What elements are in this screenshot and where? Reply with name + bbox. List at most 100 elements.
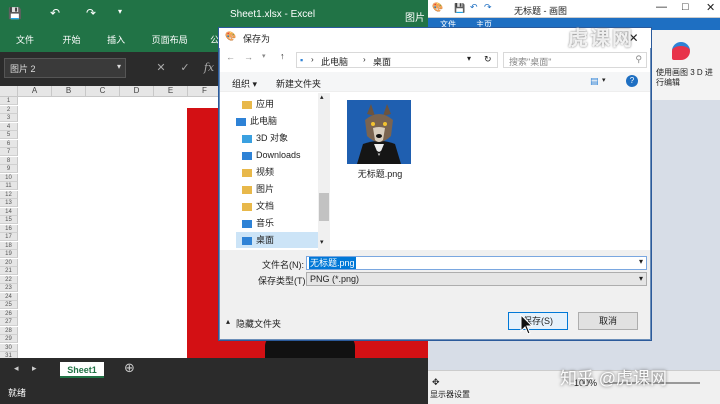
row-header[interactable]: 26 <box>0 309 18 318</box>
paint-undo-icon[interactable]: ↶ <box>470 2 478 13</box>
redo-icon[interactable]: ↷ <box>86 6 96 20</box>
breadcrumb-desktop[interactable]: 桌面 <box>373 55 391 68</box>
column-header[interactable]: A <box>18 86 52 97</box>
row-header[interactable]: 25 <box>0 301 18 309</box>
help-icon[interactable]: ? <box>626 75 638 87</box>
computer-icon <box>236 117 246 126</box>
row-header[interactable]: 23 <box>0 284 18 292</box>
row-header[interactable]: 24 <box>0 292 18 301</box>
nav-item[interactable]: 桌面 <box>236 232 318 248</box>
search-input[interactable]: 搜索"桌面" ⚲ <box>503 52 647 68</box>
row-header[interactable]: 2 <box>0 105 18 114</box>
row-header[interactable]: 5 <box>0 131 18 139</box>
add-sheet-icon[interactable]: ⊕ <box>124 360 135 376</box>
customize-toolbar-icon[interactable]: ▾ <box>118 7 122 16</box>
up-icon[interactable]: ↑ <box>280 51 285 61</box>
row-header[interactable]: 3 <box>0 114 18 122</box>
tab-home[interactable]: 开始 <box>55 28 89 52</box>
maximize-icon[interactable]: □ <box>682 1 689 13</box>
row-header[interactable]: 30 <box>0 343 18 352</box>
name-box[interactable]: 图片 2 ▾ <box>4 58 126 78</box>
row-header[interactable]: 16 <box>0 224 18 233</box>
row-header[interactable]: 19 <box>0 250 18 258</box>
row-header[interactable]: 11 <box>0 182 18 190</box>
dialog-title: 保存为 <box>243 34 271 44</box>
row-header[interactable]: 22 <box>0 275 18 284</box>
row-header[interactable]: 17 <box>0 233 18 241</box>
column-header[interactable]: E <box>154 86 188 97</box>
cancel-formula-icon[interactable]: ✕ <box>150 58 172 78</box>
file-name-label[interactable]: 无标题.png <box>345 167 415 180</box>
minimize-icon[interactable]: — <box>656 1 667 13</box>
save-button[interactable]: 保存(S) <box>508 312 568 330</box>
nav-scrollbar[interactable]: ▴ ▾ <box>318 93 330 250</box>
filetype-select[interactable]: PNG (*.png) ▾ <box>306 272 647 286</box>
column-header[interactable]: C <box>86 86 120 97</box>
refresh-icon[interactable]: ↻ <box>484 54 492 65</box>
breadcrumb-this-pc[interactable]: 此电脑 <box>321 55 348 68</box>
file-thumbnail[interactable] <box>347 100 411 164</box>
sheet-tab-sheet1[interactable]: Sheet1 <box>60 362 104 378</box>
row-header[interactable]: 21 <box>0 267 18 275</box>
row-header[interactable]: 6 <box>0 139 18 148</box>
row-header[interactable]: 9 <box>0 165 18 173</box>
row-header[interactable]: 8 <box>0 156 18 165</box>
row-header[interactable]: 28 <box>0 326 18 335</box>
row-header[interactable]: 12 <box>0 190 18 199</box>
scroll-down-icon[interactable]: ▾ <box>320 238 324 246</box>
column-header[interactable]: F <box>188 86 222 97</box>
address-bar[interactable]: ▪ › 此电脑 › 桌面 ▾ ↻ <box>296 52 498 68</box>
paint-window-title: 无标题 - 画图 <box>514 6 567 16</box>
chevron-down-icon[interactable]: ▾ <box>467 54 471 63</box>
prev-sheet-icon[interactable]: ◂ <box>14 363 19 374</box>
row-header[interactable]: 4 <box>0 122 18 131</box>
cancel-button[interactable]: 取消 <box>578 312 638 330</box>
name-box-value: 图片 2 <box>10 64 36 74</box>
tab-insert[interactable]: 插入 <box>99 28 133 52</box>
filename-field[interactable]: 无标题.png ▾ <box>306 256 647 270</box>
row-header[interactable]: 18 <box>0 241 18 250</box>
row-header[interactable]: 20 <box>0 258 18 267</box>
undo-icon[interactable]: ↶ <box>50 6 60 20</box>
paint3d-label[interactable]: 使用画图 3 D 进行编辑 <box>656 68 718 88</box>
row-header[interactable]: 29 <box>0 335 18 343</box>
forward-icon[interactable]: → <box>244 52 253 62</box>
paint-redo-icon[interactable]: ↷ <box>484 2 492 13</box>
column-header[interactable]: D <box>120 86 154 97</box>
scroll-up-icon[interactable]: ▴ <box>320 93 324 101</box>
chevron-down-icon[interactable]: ▾ <box>602 76 606 84</box>
save-icon[interactable]: 💾 <box>8 7 22 20</box>
row-header[interactable]: 13 <box>0 199 18 207</box>
row-header[interactable]: 7 <box>0 148 18 156</box>
insert-function-icon[interactable]: fx <box>198 58 220 78</box>
recent-chevron-icon[interactable]: ▾ <box>262 52 266 60</box>
chevron-down-icon[interactable]: ▾ <box>639 257 643 266</box>
tab-file[interactable]: 文件 <box>8 28 42 52</box>
enter-formula-icon[interactable]: ✓ <box>174 58 196 78</box>
location-icon: ▪ <box>300 55 304 65</box>
row-header[interactable]: 14 <box>0 207 18 216</box>
chevron-up-icon[interactable]: ▴ <box>226 317 230 326</box>
next-sheet-icon[interactable]: ▸ <box>32 363 37 374</box>
paint3d-icon[interactable] <box>672 42 690 60</box>
close-icon[interactable]: ✕ <box>706 1 715 14</box>
organize-button[interactable]: 组织 ▾ <box>232 77 257 90</box>
scrollbar-thumb[interactable] <box>319 193 329 221</box>
row-header[interactable]: 27 <box>0 318 18 326</box>
paint-save-icon[interactable]: 💾 <box>454 3 465 14</box>
new-folder-button[interactable]: 新建文件夹 <box>276 77 321 90</box>
tab-page-layout[interactable]: 页面布局 <box>144 28 196 52</box>
desktop-icon <box>242 236 252 245</box>
row-header[interactable]: 15 <box>0 216 18 224</box>
select-all-corner[interactable] <box>0 86 18 97</box>
search-placeholder: 搜索"桌面" <box>509 57 552 67</box>
back-icon[interactable]: ← <box>226 52 235 62</box>
row-header[interactable]: 1 <box>0 97 18 105</box>
watermark-text: 知乎 @虎课网 <box>560 369 667 388</box>
hide-folders-button[interactable]: 隐藏文件夹 <box>236 317 281 330</box>
column-header[interactable]: B <box>52 86 86 97</box>
row-header[interactable]: 10 <box>0 173 18 182</box>
nav-item[interactable]: 此电脑 <box>236 113 326 129</box>
view-options-icon[interactable]: ▤ <box>590 76 599 87</box>
downloads-icon <box>242 151 252 160</box>
